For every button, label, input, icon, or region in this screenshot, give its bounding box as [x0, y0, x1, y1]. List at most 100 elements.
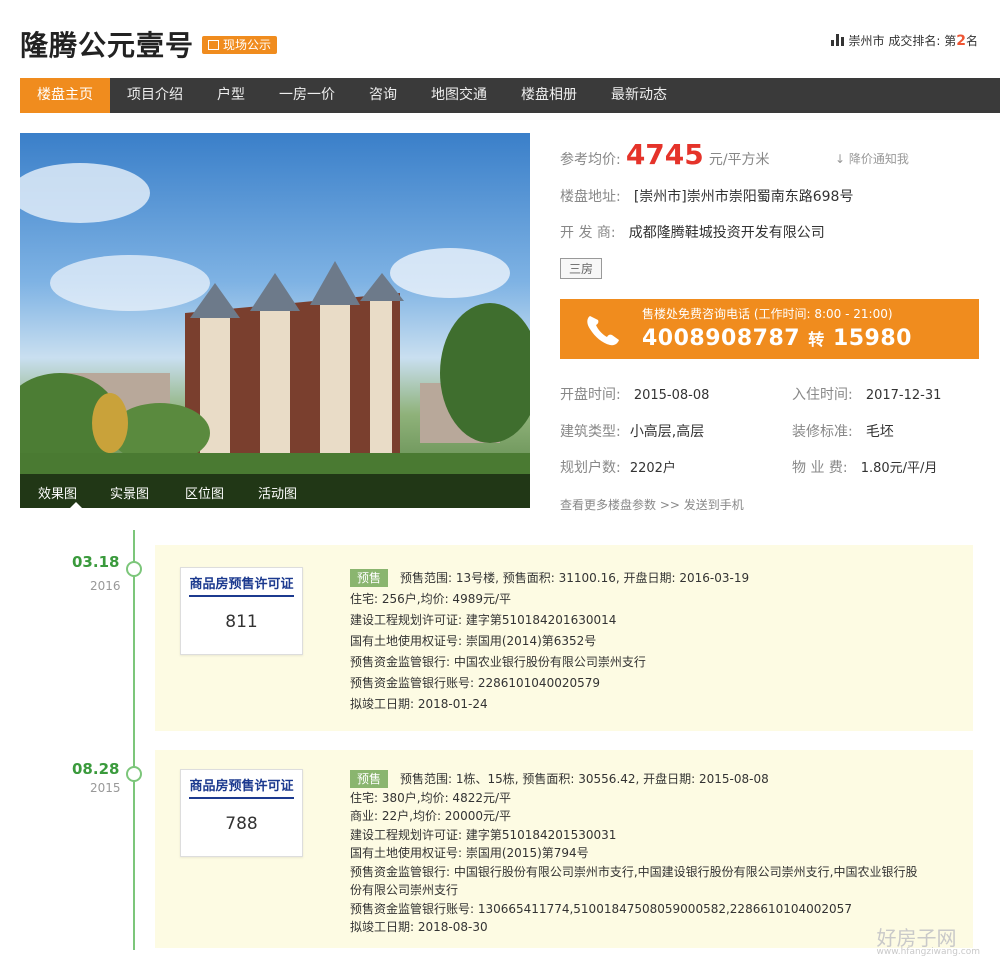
- detail-line: 住宅: 380户,均价: 4822元/平: [350, 790, 512, 805]
- building-rendering[interactable]: [20, 133, 530, 508]
- tab-real-photo[interactable]: 实景图: [110, 483, 149, 502]
- nav-price-list[interactable]: 一房一价: [262, 78, 352, 113]
- property-fee-value: 1.80元/平/月: [860, 461, 938, 476]
- timeline-date: 03.18: [72, 553, 120, 571]
- property-fee-label: 物 业 费:: [792, 460, 848, 476]
- timeline-year: 2016: [90, 579, 121, 593]
- tab-rendering[interactable]: 效果图: [38, 483, 77, 502]
- detail-text: 预售范围: 1栋、15栋, 预售面积: 30556.42, 开盘日期: 2015…: [400, 772, 769, 786]
- movein-date-label: 入住时间:: [792, 387, 853, 403]
- rank-suffix: 名: [965, 34, 978, 48]
- tab-activity[interactable]: 活动图: [258, 483, 297, 502]
- nav-album[interactable]: 楼盘相册: [504, 78, 594, 113]
- timeline-year: 2015: [90, 781, 121, 795]
- decoration-label: 装修标准:: [792, 424, 853, 440]
- presale-permit-card: 商品房预售许可证 788 预售 预售范围: 1栋、15栋, 预售面积: 30556…: [155, 750, 973, 948]
- presale-tag: 预售: [350, 569, 389, 587]
- main-nav: 楼盘主页 项目介绍 户型 一房一价 咨询 地图交通 楼盘相册 最新动态: [20, 78, 1000, 113]
- permit-title: 商品房预售许可证: [189, 573, 294, 597]
- permit-details: 预售 预售范围: 1栋、15栋, 预售面积: 30556.42, 开盘日期: 20…: [350, 770, 950, 937]
- building-illustration: [20, 163, 530, 508]
- timeline-date: 08.28: [72, 760, 120, 778]
- nav-home[interactable]: 楼盘主页: [20, 78, 110, 113]
- rank-number: 2: [956, 33, 966, 49]
- detail-line: 拟竣工日期: 2018-01-24: [350, 697, 488, 711]
- onsite-notice-badge[interactable]: 现场公示: [202, 36, 278, 54]
- decoration-value: 毛坯: [865, 424, 894, 440]
- phone-icon: [587, 316, 619, 346]
- hotline-number-row: 4008908787 转 15980: [642, 326, 912, 351]
- sales-rank: 崇州市 成交排名: 第2名: [830, 32, 978, 49]
- presale-permit-card: 商品房预售许可证 811 预售 预售范围: 13号楼, 预售面积: 31100.1…: [155, 545, 973, 731]
- households-label: 规划户数:: [560, 460, 621, 476]
- active-tab-caret: [70, 502, 82, 508]
- address-label: 楼盘地址:: [560, 189, 621, 205]
- price-unit: 元/平方米: [708, 152, 770, 168]
- developer-label: 开 发 商:: [560, 225, 616, 241]
- price-value: 4745: [625, 138, 704, 171]
- detail-line: 预售资金监管银行: 中国银行股份有限公司崇州市支行,中国建设银行股份有限公司崇州…: [350, 864, 918, 879]
- detail-line: 预售 预售范围: 13号楼, 预售面积: 31100.16, 开盘日期: 2016…: [350, 568, 749, 589]
- building-type-label: 建筑类型:: [560, 424, 621, 440]
- page-title: 隆腾公元壹号: [20, 29, 195, 62]
- timeline-dot: [126, 561, 142, 577]
- detail-line: 国有土地使用权证号: 崇国用(2014)第6352号: [350, 634, 597, 648]
- price-alert-link[interactable]: ↓ 降价通知我: [835, 150, 909, 167]
- price-row: 参考均价: 4745 元/平方米: [560, 138, 770, 171]
- nav-intro[interactable]: 项目介绍: [110, 78, 200, 113]
- building-type-value: 小高层,高层: [629, 424, 705, 440]
- photo-tabs: 效果图 实景图 区位图 活动图: [20, 474, 530, 508]
- building-type-row: 建筑类型: 小高层,高层: [560, 421, 704, 441]
- nav-map[interactable]: 地图交通: [414, 78, 504, 113]
- more-params-link[interactable]: 查看更多楼盘参数 >> 发送到手机: [560, 496, 744, 513]
- detail-line: 住宅: 256户,均价: 4989元/平: [350, 592, 512, 606]
- permit-box[interactable]: 商品房预售许可证 788: [180, 769, 303, 857]
- detail-line: 拟竣工日期: 2018-08-30: [350, 920, 488, 934]
- watermark: 好房子网 www.hfangziwang.com: [876, 922, 980, 957]
- price-alert-label: 降价通知我: [848, 152, 909, 166]
- rank-prefix: 崇州市 成交排名: 第: [848, 34, 957, 48]
- bar-chart-icon: [830, 34, 845, 46]
- property-fee-row: 物 业 费: 1.80元/平/月: [792, 457, 937, 477]
- households-value: 2202户: [629, 461, 676, 476]
- hotline-extension: 15980: [832, 326, 912, 351]
- presale-tag: 预售: [350, 770, 389, 788]
- developer-row: 开 发 商: 成都隆腾鞋城投资开发有限公司: [560, 222, 825, 242]
- hotline-subtitle: 售楼处免费咨询电话 (工作时间: 8:00 - 21:00): [642, 307, 893, 321]
- hotline-number: 4008908787: [642, 326, 801, 351]
- decoration-row: 装修标准: 毛坯: [792, 421, 894, 441]
- tab-location[interactable]: 区位图: [185, 483, 224, 502]
- permit-number: 788: [225, 814, 258, 834]
- address-value: [崇州市]崇州市崇阳蜀南东路698号: [633, 189, 854, 205]
- address-row: 楼盘地址: [崇州市]崇州市崇阳蜀南东路698号: [560, 186, 853, 206]
- households-row: 规划户数: 2202户: [560, 457, 676, 477]
- open-date-label: 开盘时间:: [560, 387, 621, 403]
- detail-line: 预售 预售范围: 1栋、15栋, 预售面积: 30556.42, 开盘日期: 20…: [350, 770, 950, 789]
- nav-floorplan[interactable]: 户型: [200, 78, 262, 113]
- watermark-url: www.hfangziwang.com: [876, 947, 980, 957]
- timeline-dot: [126, 766, 142, 782]
- open-date-value: 2015-08-08: [633, 388, 710, 403]
- detail-line: 国有土地使用权证号: 崇国用(2015)第794号: [350, 846, 589, 860]
- notice-icon: [208, 40, 219, 50]
- detail-text: 预售范围: 13号楼, 预售面积: 31100.16, 开盘日期: 2016-0…: [400, 571, 750, 585]
- developer-value: 成都隆腾鞋城投资开发有限公司: [628, 225, 825, 241]
- detail-line: 建设工程规划许可证: 建字第510184201530031: [350, 827, 617, 842]
- detail-line: 建设工程规划许可证: 建字第510184201630014: [350, 613, 617, 627]
- detail-line: 预售资金监管银行: 中国农业银行股份有限公司崇州支行: [350, 655, 646, 669]
- sales-hotline[interactable]: 售楼处免费咨询电话 (工作时间: 8:00 - 21:00) 400890878…: [560, 299, 979, 359]
- nav-news[interactable]: 最新动态: [594, 78, 684, 113]
- detail-line: 商业: 22户,均价: 20000元/平: [350, 809, 512, 823]
- permit-title: 商品房预售许可证: [189, 775, 294, 799]
- detail-line: 份有限公司崇州支行: [350, 883, 459, 897]
- nav-consult[interactable]: 咨询: [352, 78, 414, 113]
- movein-date-row: 入住时间: 2017-12-31: [792, 384, 941, 404]
- permit-details: 预售 预售范围: 13号楼, 预售面积: 31100.16, 开盘日期: 2016…: [350, 568, 749, 715]
- timeline-line: [133, 530, 135, 950]
- permit-box[interactable]: 商品房预售许可证 811: [180, 567, 303, 655]
- badge-label: 现场公示: [223, 38, 272, 52]
- detail-line: 预售资金监管银行账号: 130665411774,510018475080590…: [350, 901, 852, 916]
- permit-number: 811: [225, 612, 258, 632]
- room-type-tag: 三房: [560, 258, 603, 279]
- hotline-transfer: 转: [808, 330, 825, 349]
